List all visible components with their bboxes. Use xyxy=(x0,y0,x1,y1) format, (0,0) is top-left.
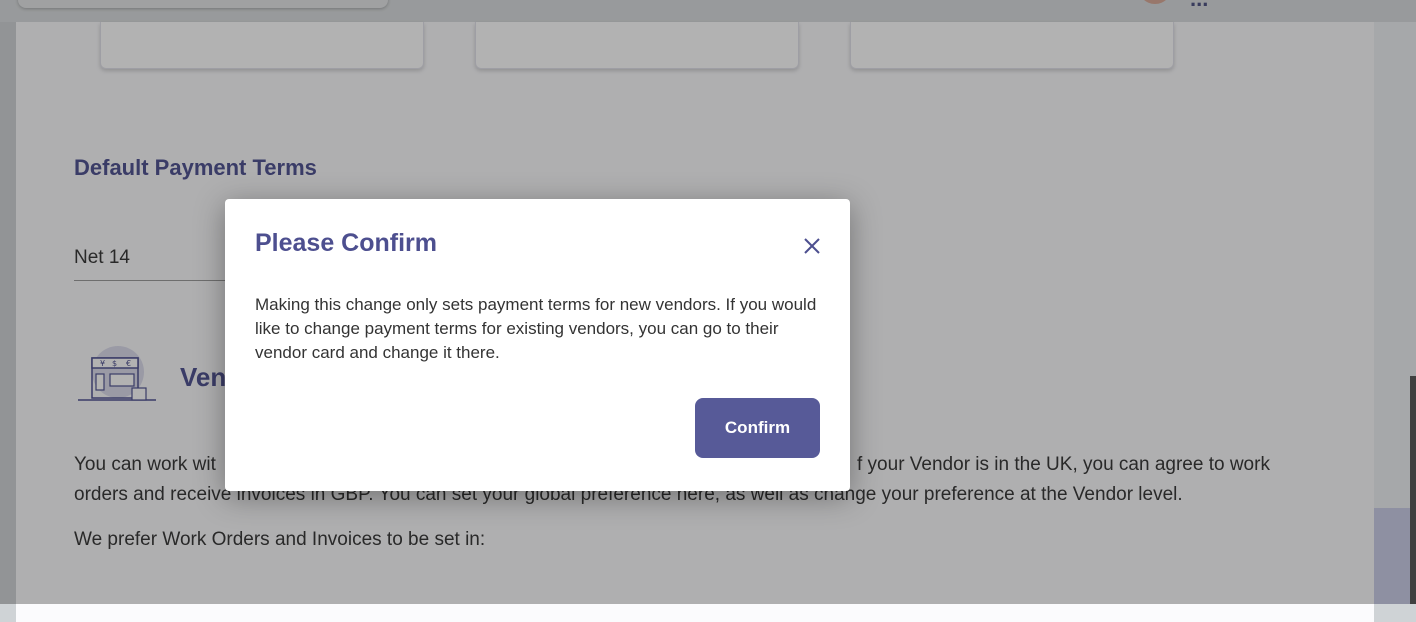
dialog-message: Making this change only sets payment ter… xyxy=(255,295,817,362)
confirm-dialog: Please Confirm Making this change only s… xyxy=(225,199,850,491)
close-icon[interactable] xyxy=(801,235,823,257)
confirm-button[interactable]: Confirm xyxy=(695,398,820,458)
dialog-title: Please Confirm xyxy=(255,229,438,257)
